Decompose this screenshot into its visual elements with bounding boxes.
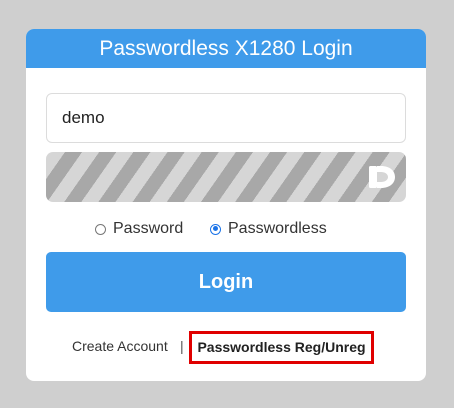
radio-password-label: Password: [113, 220, 184, 237]
passwordless-reg-unreg-link[interactable]: Passwordless Reg/Unreg: [189, 331, 374, 364]
login-method-options: Password Passwordless: [26, 217, 426, 241]
radio-password-dot[interactable]: [95, 223, 106, 235]
radio-passwordless[interactable]: Passwordless: [210, 217, 327, 241]
link-separator: |: [180, 338, 184, 354]
login-title: Passwordless X1280 Login: [26, 29, 426, 68]
login-button[interactable]: Login: [46, 252, 406, 312]
radio-passwordless-label: Passwordless: [228, 220, 327, 237]
login-card: Passwordless X1280 Login Password Passwo…: [26, 29, 426, 381]
radio-passwordless-dot[interactable]: [210, 223, 221, 235]
passwordless-password-bar[interactable]: [46, 152, 406, 202]
create-account-link[interactable]: Create Account: [72, 338, 168, 354]
userid-input[interactable]: [46, 93, 406, 143]
passwordless-logo-icon: [369, 166, 395, 188]
account-links: Create Account | Passwordless Reg/Unreg: [26, 330, 426, 364]
radio-password[interactable]: Password: [95, 217, 183, 241]
